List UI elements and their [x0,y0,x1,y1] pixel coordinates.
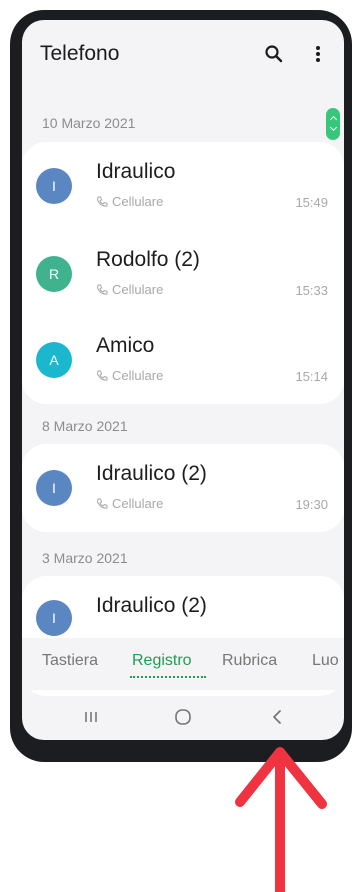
avatar: R [36,256,72,292]
phone-call-icon [96,370,108,381]
search-button[interactable] [260,40,288,68]
call-log-row[interactable]: I Idraulico Cellulare 15:49 [22,142,344,230]
scroll-tab-icon[interactable] [326,108,340,140]
call-type-label: Cellulare [112,282,164,297]
contact-name: Rodolfo (2) [96,248,200,271]
avatar: I [36,600,72,636]
call-time: 15:14 [295,369,328,384]
date-header: 3 Marzo 2021 [42,550,128,566]
call-type-label: Cellulare [112,368,164,383]
call-time: 19:30 [295,497,328,512]
recents-icon [85,712,97,722]
call-type: Cellulare [96,282,163,297]
search-icon [265,45,283,63]
back-icon [273,710,281,724]
home-button[interactable] [168,702,198,732]
avatar: I [36,470,72,506]
contact-name: Amico [96,334,155,357]
system-navigation-bar [22,694,344,740]
avatar: I [36,168,72,204]
call-group-card: I Idraulico Cellulare 15:49 R Rodolfo (2… [22,142,344,404]
page-title: Telefono [40,42,120,65]
call-log-row[interactable]: A Amico Cellulare 15:14 [22,316,344,404]
avatar: A [36,342,72,378]
call-time: 15:33 [295,283,328,298]
contact-name: Idraulico (2) [96,594,207,617]
call-log-row[interactable]: R Rodolfo (2) Cellulare 15:33 [22,230,344,318]
recents-button[interactable] [76,702,106,732]
contact-name: Idraulico [96,160,176,183]
red-arrow-annotation-icon [235,747,327,892]
contact-name: Idraulico (2) [96,462,207,485]
tab-tastiera[interactable]: Tastiera [42,652,98,670]
date-header: 10 Marzo 2021 [42,115,136,131]
bottom-tab-bar: Tastiera Registro Rubrica Luo [22,638,344,690]
tab-luoghi[interactable]: Luo [312,652,339,670]
more-options-button[interactable] [304,40,332,68]
date-header: 8 Marzo 2021 [42,418,128,434]
more-vertical-icon [316,46,320,62]
call-time: 15:49 [295,195,328,210]
call-log-row[interactable]: I Idraulico (2) Cellulare 19:30 [22,444,344,532]
tab-rubrica[interactable]: Rubrica [222,652,277,670]
call-type: Cellulare [96,496,163,511]
call-type-label: Cellulare [112,194,164,209]
call-type-label: Cellulare [112,496,164,511]
active-tab-indicator [130,676,206,678]
tab-registro[interactable]: Registro [132,652,192,670]
call-group-card: I Idraulico (2) Cellulare 19:30 [22,444,344,532]
phone-call-icon [96,284,108,295]
phone-call-icon [96,498,108,509]
call-type: Cellulare [96,194,163,209]
call-type: Cellulare [96,368,163,383]
phone-call-icon [96,196,108,207]
phone-screen: Telefono 10 Marzo 2021 I Idraulico Cellu… [22,20,344,740]
home-icon [175,709,191,725]
app-bar: Telefono [22,20,344,94]
back-button[interactable] [262,702,292,732]
